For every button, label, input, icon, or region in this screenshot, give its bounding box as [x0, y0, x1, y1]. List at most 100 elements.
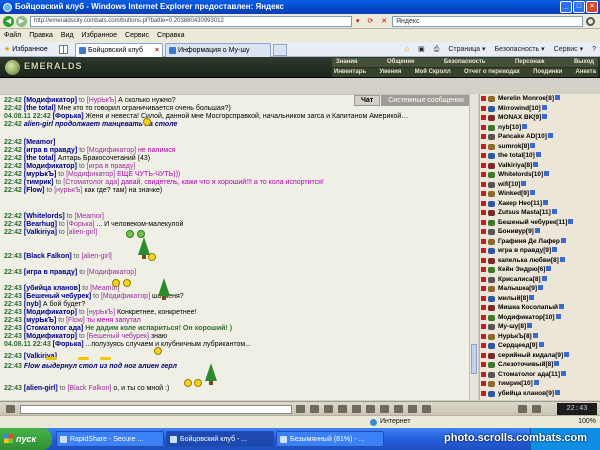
private-message-icon[interactable] [481, 124, 486, 130]
user-info-icon[interactable] [541, 275, 547, 281]
message-target[interactable]: [Бешеный чебурек] [87, 333, 149, 340]
user-nick[interactable]: Valkiriya[8] [498, 161, 539, 170]
nav-battles[interactable]: Поединки [533, 68, 562, 77]
menu-item-tools[interactable]: Сервис [125, 29, 149, 42]
nav-inventory[interactable]: Инвентарь [334, 68, 366, 77]
tools-menu[interactable]: Сервис ▾ [554, 44, 583, 55]
user-list-item[interactable]: Му-шу[8] [480, 323, 600, 331]
nav-exit[interactable]: Выход [574, 58, 594, 67]
menu-item-file[interactable]: Файл [4, 29, 21, 42]
user-list-item[interactable]: Whitelords[10] [480, 171, 600, 179]
message-author[interactable]: [Bearhug] [24, 221, 57, 228]
user-info-icon[interactable] [561, 370, 567, 376]
user-info-icon[interactable] [559, 304, 564, 309]
private-message-icon[interactable] [481, 248, 486, 253]
user-list-item[interactable]: милый[8] [480, 294, 600, 303]
nav-my-scroll[interactable]: Мой Скролл [415, 68, 451, 77]
private-message-icon[interactable] [481, 257, 486, 263]
search-icon[interactable] [586, 17, 595, 26]
private-message-icon[interactable] [481, 200, 486, 206]
message-author[interactable]: [Модификатор] [24, 309, 77, 316]
user-list-item[interactable]: wifi[10] [480, 180, 600, 189]
user-list-item[interactable]: игра в правду[9] [480, 247, 600, 255]
user-info-icon[interactable] [522, 123, 528, 129]
user-list-item[interactable]: Крисалиса[8] [480, 275, 600, 284]
user-nick[interactable]: Слезоточивый[8] [498, 361, 560, 369]
message-author[interactable]: [nyb] [24, 301, 41, 308]
user-info-icon[interactable] [555, 313, 561, 319]
user-list-item[interactable]: Сердцеед[9] [480, 342, 600, 350]
start-button[interactable]: пуск [0, 428, 52, 450]
refresh-stop-icons[interactable]: ▾ ⟳ ✕ [356, 17, 390, 25]
private-message-icon[interactable] [481, 153, 486, 158]
user-nick[interactable]: Крисалиса[8] [498, 275, 547, 284]
smiles-icon[interactable] [324, 405, 333, 413]
user-list-item[interactable]: sumrok[8] [480, 142, 600, 151]
sort-icon[interactable] [518, 405, 527, 413]
user-nick[interactable]: Графиня Де Лафер [498, 237, 566, 246]
user-info-icon[interactable] [521, 180, 527, 186]
nav-profile[interactable]: Анкета [575, 68, 596, 77]
user-list-item[interactable]: Merelin Monroe[8] [480, 95, 600, 103]
nav-communication[interactable]: Общение [387, 58, 414, 67]
user-info-icon[interactable] [530, 190, 536, 195]
user-list-item[interactable]: Бонивур[9] [480, 228, 600, 236]
user-info-icon[interactable] [554, 361, 560, 366]
tab-system-messages[interactable]: Системные сообщения [381, 95, 471, 106]
info-icon[interactable] [532, 405, 541, 413]
tab-close-icon[interactable]: × [155, 44, 159, 57]
private-message-icon[interactable] [481, 210, 486, 215]
user-nick[interactable]: Whitelords[10] [498, 171, 550, 179]
nav-security[interactable]: Безопасность [444, 58, 486, 67]
nav-transfers[interactable]: Отчет о переводах [464, 68, 520, 77]
user-nick[interactable]: Мишка Косолапый [498, 304, 564, 312]
private-message-icon[interactable] [481, 162, 486, 168]
user-list-item[interactable]: убийца кланов[9] [480, 389, 600, 398]
filter-icon[interactable] [352, 405, 361, 413]
message-target[interactable]: [alien-girl] [67, 229, 97, 236]
message-author[interactable]: [мурЬкЪ] [24, 317, 56, 324]
users-icon[interactable] [380, 405, 389, 413]
message-author[interactable]: [игра в правду] [24, 269, 77, 276]
user-info-icon[interactable] [538, 342, 544, 347]
minimize-button[interactable]: _ [560, 1, 572, 13]
user-list-item[interactable]: Графиня Де Лафер [480, 237, 600, 246]
user-info-icon[interactable] [555, 95, 560, 100]
nav-character[interactable]: Персонаж [515, 58, 545, 67]
user-info-icon[interactable] [532, 332, 538, 338]
user-info-icon[interactable] [541, 104, 547, 110]
message-target[interactable]: [Black Falkon] [67, 385, 111, 392]
private-message-icon[interactable] [481, 229, 486, 234]
user-list-item[interactable]: the total[10] [480, 152, 600, 160]
private-message-icon[interactable] [481, 115, 486, 120]
user-list-item[interactable]: Кейн Эндрю[6] [480, 266, 600, 274]
url-input[interactable]: http://emeraldscity.combats.com/buttons.… [30, 16, 352, 27]
user-info-icon[interactable] [552, 247, 558, 252]
back-button[interactable]: ◀ [3, 16, 14, 27]
private-message-icon[interactable] [481, 238, 486, 244]
private-message-icon[interactable] [481, 333, 486, 339]
user-list-item[interactable]: Zutsus Masta[11] [480, 209, 600, 217]
user-info-icon[interactable] [529, 294, 535, 300]
user-info-icon[interactable] [535, 152, 541, 157]
message-author[interactable]: [Meamor] [24, 139, 56, 146]
user-info-icon[interactable] [544, 171, 550, 176]
user-nick[interactable]: НурЬкЪ[8] [498, 332, 538, 341]
stop-icon[interactable] [422, 405, 431, 413]
menu-item-view[interactable]: Вид [61, 29, 74, 42]
user-list-item[interactable]: Слезоточивый[8] [480, 361, 600, 369]
user-info-icon[interactable] [527, 323, 533, 328]
zoom-level[interactable]: 100% [578, 416, 596, 428]
user-nick[interactable]: MONAX BK[9] [498, 114, 548, 122]
user-info-icon[interactable] [568, 218, 574, 224]
message-target[interactable]: [Meamor] [74, 213, 104, 220]
translit-icon[interactable] [338, 405, 347, 413]
private-message-icon[interactable] [481, 305, 486, 310]
user-list-item[interactable]: nyb[10] [480, 123, 600, 132]
user-nick[interactable]: тимрик[10] [498, 380, 539, 388]
private-message-icon[interactable] [481, 96, 486, 101]
user-nick[interactable]: Модификатор[10] [498, 313, 561, 322]
user-nick[interactable]: nyb[10] [498, 123, 528, 132]
user-nick[interactable]: Бешеный чебурек[11] [498, 218, 574, 227]
user-nick[interactable]: Кейн Эндрю[6] [498, 266, 552, 274]
